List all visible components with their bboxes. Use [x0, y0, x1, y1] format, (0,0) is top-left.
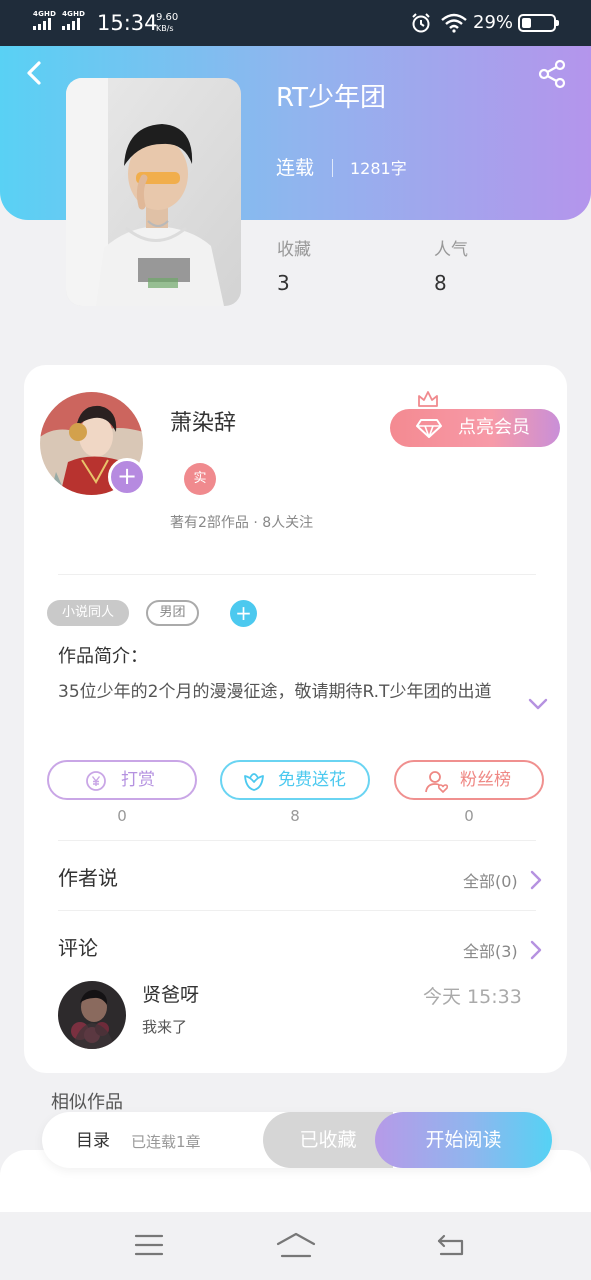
tag-boy-group[interactable]: 男团 [146, 600, 199, 626]
clock: 15:34 [97, 11, 158, 35]
signal-bars-icon [33, 18, 51, 30]
network-type-label: 4GHD [62, 10, 86, 18]
battery-icon [518, 14, 559, 32]
chevron-right-icon[interactable] [529, 940, 543, 960]
vip-button[interactable]: 点亮会员 [390, 409, 560, 447]
signal-1: 4GHD [33, 10, 56, 30]
comments-all-link[interactable]: 全部(3) [463, 942, 518, 962]
flower-icon [244, 773, 264, 791]
send-flower-button[interactable]: 免费送花 [220, 760, 370, 800]
status-divider [332, 159, 333, 177]
divider [58, 910, 536, 911]
author-says-title: 作者说 [58, 866, 118, 890]
author-meta: 著有2部作品 · 8人关注 [170, 515, 314, 531]
expand-chevron-down-icon[interactable] [528, 697, 548, 711]
flower-count: 8 [290, 807, 300, 825]
speed-value: 9.60 [156, 12, 179, 23]
intro-title: 作品简介： [58, 646, 148, 667]
commenter-avatar-image [58, 981, 126, 1049]
battery-percent: 29% [473, 12, 514, 33]
diamond-icon [416, 419, 442, 438]
fan-ranking-button[interactable]: 粉丝榜 [394, 760, 544, 800]
chevron-right-icon[interactable] [529, 870, 543, 890]
comment-time: 今天 15:33 [423, 986, 522, 1008]
favorites-count: 3 [277, 271, 290, 295]
user-heart-icon [425, 771, 449, 793]
cover-image [66, 78, 241, 306]
table-of-contents-button[interactable]: 目录 [76, 1130, 110, 1152]
send-flower-label: 免费送花 [278, 770, 346, 790]
network-type-label: 4GHD [33, 10, 57, 18]
comment-text: 我来了 [142, 1018, 188, 1036]
commenter-avatar[interactable] [58, 981, 126, 1049]
status-bar: 4GHD 4GHD 15:34 9.60 KB/s 29% [0, 0, 591, 46]
serial-status: 连载 [276, 157, 315, 179]
yen-coin-icon [86, 771, 106, 791]
popularity-label: 人气 [434, 240, 468, 260]
home-icon[interactable] [276, 1230, 316, 1260]
menu-icon[interactable] [134, 1230, 164, 1260]
book-cover[interactable] [66, 78, 241, 306]
network-speed: 9.60 KB/s [156, 12, 178, 34]
share-button[interactable] [536, 58, 568, 90]
battery-fill [522, 18, 531, 28]
speed-unit: KB/s [156, 24, 174, 33]
fan-ranking-label: 粉丝榜 [460, 770, 511, 790]
back-icon[interactable] [436, 1230, 466, 1260]
favorites-label: 收藏 [277, 240, 311, 260]
reward-count: 0 [117, 807, 127, 825]
divider [58, 840, 536, 841]
signal-indicators: 4GHD 4GHD [33, 10, 85, 30]
commenter-name[interactable]: 贤爸呀 [142, 983, 199, 1007]
tag-novel-fanfic[interactable]: 小说同人 [47, 600, 129, 626]
divider [58, 574, 536, 575]
signal-bars-icon [62, 18, 81, 30]
start-reading-button[interactable]: 开始阅读 [375, 1112, 552, 1168]
crown-icon [418, 391, 438, 407]
reward-label: 打赏 [121, 770, 155, 790]
signal-2: 4GHD [62, 10, 85, 30]
alarm-icon [412, 13, 430, 33]
verified-badge: 实 [184, 463, 216, 495]
author-name[interactable]: 萧染辞 [170, 410, 236, 438]
add-tag-button[interactable]: + [230, 600, 257, 627]
chapter-count[interactable]: 已连载1章 [131, 1131, 201, 1153]
vip-button-label: 点亮会员 [458, 417, 530, 438]
comments-title: 评论 [58, 936, 98, 960]
fan-count: 0 [464, 807, 474, 825]
word-count: 1281字 [350, 159, 407, 178]
collected-button[interactable]: 已收藏 [263, 1112, 393, 1168]
intro-text: 35位少年的2个月的漫漫征途，敬请期待R.T少年团的出道 [58, 682, 492, 702]
author-says-all-link[interactable]: 全部(0) [463, 872, 518, 892]
popularity-count: 8 [434, 271, 447, 295]
wifi-icon [441, 13, 467, 33]
back-button[interactable] [22, 60, 48, 86]
follow-author-button[interactable]: + [108, 458, 146, 496]
book-title: RT少年团 [276, 83, 387, 113]
reward-button[interactable]: 打赏 [47, 760, 197, 800]
